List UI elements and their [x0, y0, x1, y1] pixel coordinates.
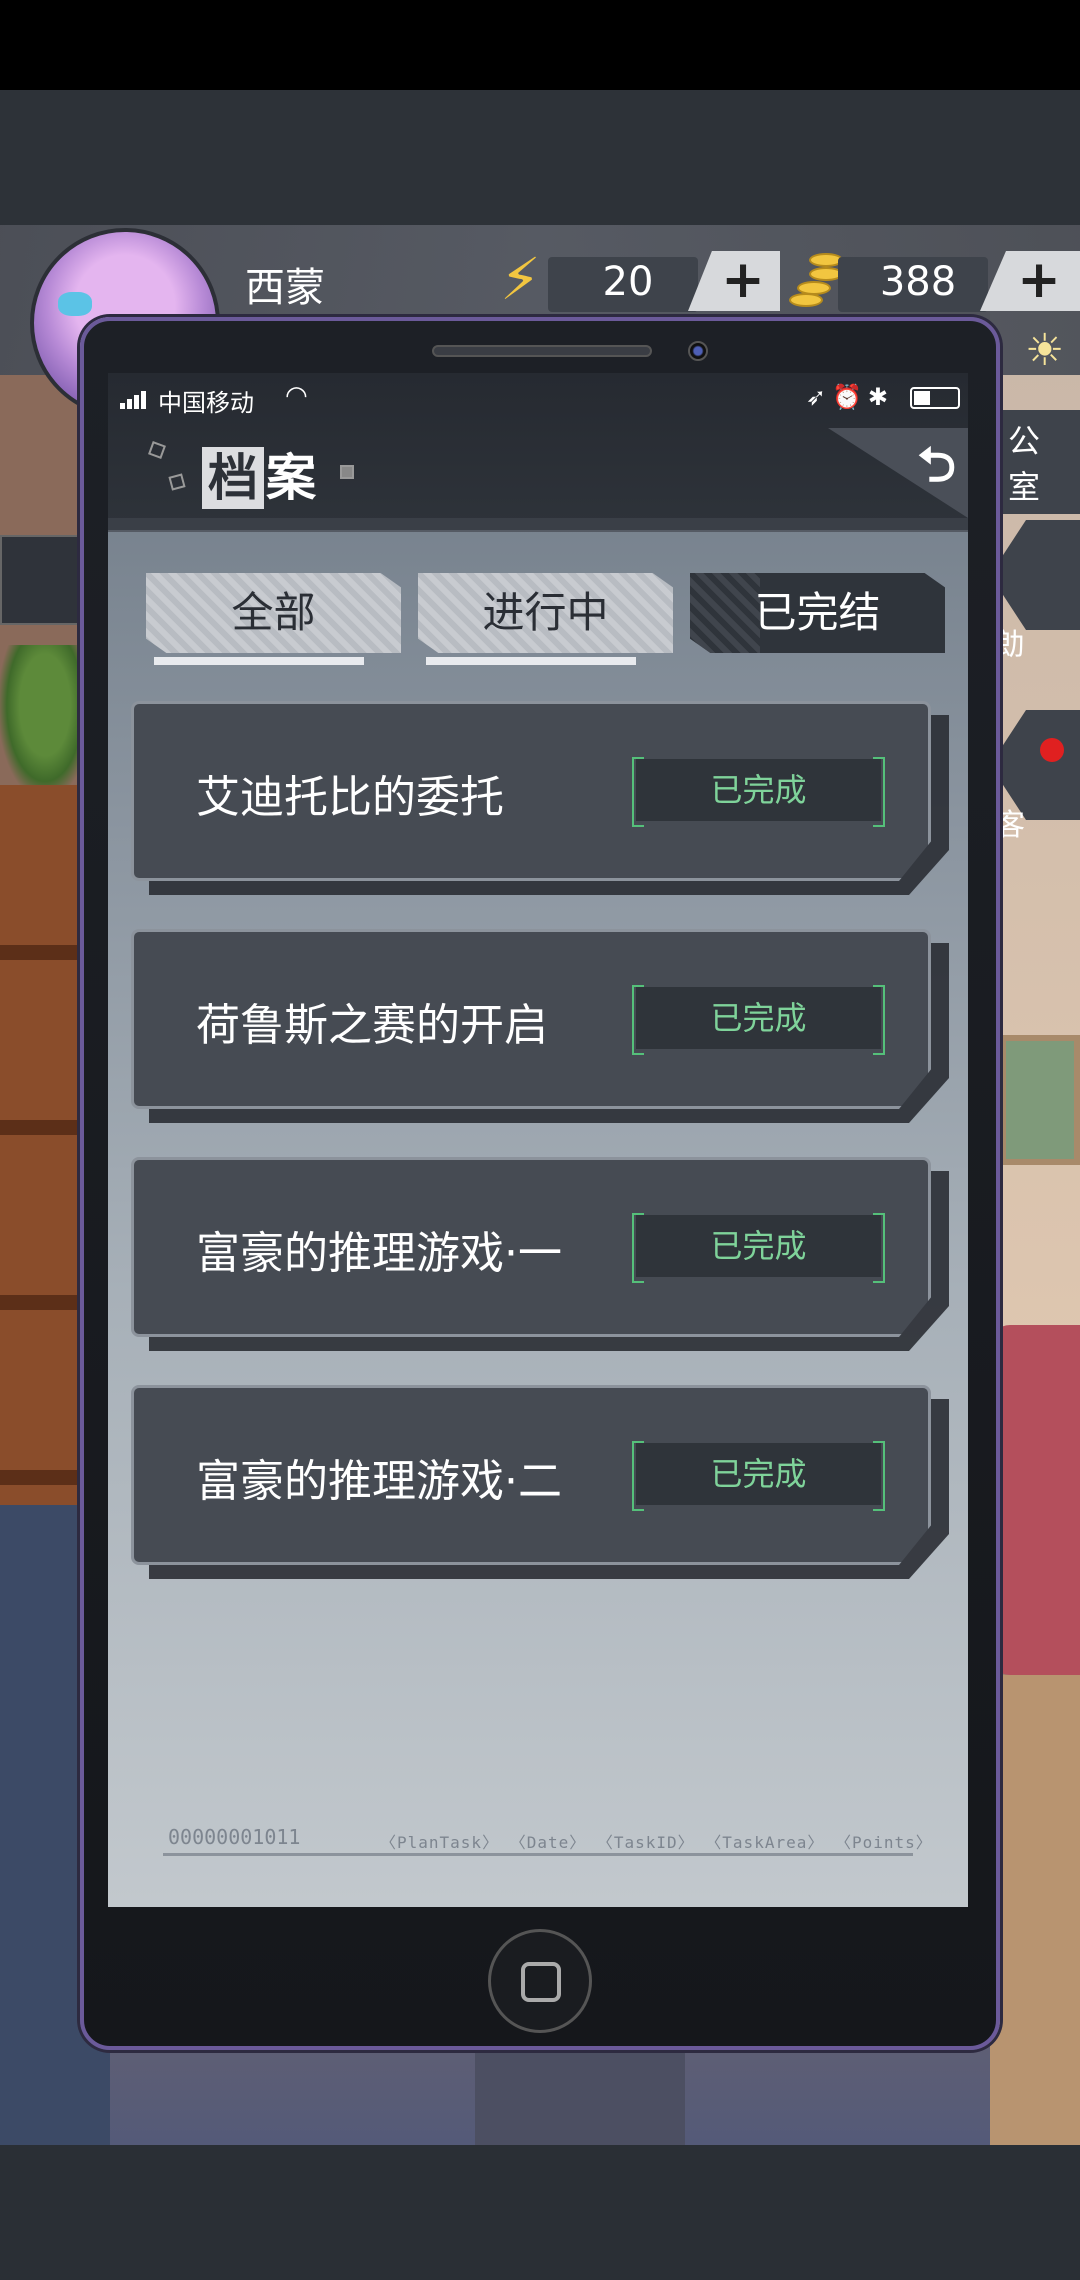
tab-completed-label: 已完结 — [754, 588, 881, 637]
tab-in-progress-label: 进行中 — [482, 588, 609, 637]
status-badge: 已完成 — [632, 757, 885, 827]
sun-icon: ☀ — [1025, 325, 1065, 376]
wifi-icon: ◠ — [285, 381, 308, 411]
sofa — [990, 1325, 1080, 1675]
letterbox-top — [0, 90, 1080, 225]
tab-all-underline — [154, 657, 364, 665]
signal-icon — [120, 389, 150, 409]
task-title: 荷鲁斯之赛的开启 — [196, 1000, 548, 1051]
location-alarm-bluetooth-icons: ➶⏰✱ — [805, 383, 894, 411]
phone-camera — [688, 341, 708, 361]
title-deco — [340, 465, 354, 479]
notification-dot — [1040, 738, 1064, 762]
player-name: 西蒙 — [245, 265, 325, 311]
footer-fields: 〈PlanTask〉 〈Date〉 〈TaskID〉 〈TaskArea〉 〈P… — [380, 1833, 933, 1852]
letterbox-bottom — [0, 2145, 1080, 2280]
task-title: 富豪的推理游戏·一 — [196, 1228, 562, 1279]
task-title: 艾迪托比的委托 — [196, 772, 504, 823]
task-card[interactable]: 富豪的推理游戏·一 已完成 — [131, 1157, 949, 1351]
phone-speaker — [432, 345, 652, 357]
wall-painting — [1000, 1035, 1080, 1165]
title-rest: 案 — [266, 449, 316, 507]
return-arrow-icon[interactable]: ⮌ — [918, 431, 956, 512]
right-floor — [990, 1675, 1080, 2145]
potted-plant — [0, 645, 90, 795]
home-square-icon — [521, 1962, 561, 2002]
lightning-icon: ⚡ — [500, 245, 541, 313]
title-deco — [148, 441, 166, 459]
phone-status-bar: 中国移动 ◠ ➶⏰✱ — [120, 381, 960, 423]
task-card[interactable]: 艾迪托比的委托 已完成 — [131, 701, 949, 895]
system-top-bar — [0, 0, 1080, 90]
task-title: 富豪的推理游戏·二 — [196, 1456, 562, 1507]
energy-value: 20 — [602, 259, 654, 305]
tab-in-progress[interactable]: 进行中 — [418, 573, 673, 653]
footer-line — [163, 1853, 913, 1856]
tab-completed[interactable]: 已完结 — [690, 573, 945, 653]
phone-screen: 中国移动 ◠ ➶⏰✱ 档 案 ⮌ 全部 进行中 已完结 艾迪托比的委托 已完成 … — [108, 373, 968, 1907]
archive-title: 档 案 — [130, 435, 430, 525]
left-side-panel[interactable] — [0, 535, 80, 625]
footer-code: 00000001011 — [168, 1825, 301, 1849]
status-badge: 已完成 — [632, 1213, 885, 1283]
status-badge: 已完成 — [632, 985, 885, 1055]
title-first-char: 档 — [202, 447, 264, 509]
tab-all-label: 全部 — [231, 588, 316, 637]
carrier-name: 中国移动 — [158, 389, 254, 417]
home-button[interactable] — [488, 1929, 592, 2033]
hair-bow — [58, 292, 92, 316]
task-card[interactable]: 荷鲁斯之赛的开启 已完成 — [131, 929, 949, 1123]
battery-icon — [910, 387, 960, 409]
tab-in-progress-underline — [426, 657, 636, 665]
office-label[interactable]: 公室 — [998, 410, 1080, 514]
status-badge: 已完成 — [632, 1441, 885, 1511]
coin-value: 388 — [879, 259, 957, 305]
tab-all[interactable]: 全部 — [146, 573, 401, 653]
task-card[interactable]: 富豪的推理游戏·二 已完成 — [131, 1385, 949, 1579]
title-deco — [168, 473, 186, 491]
